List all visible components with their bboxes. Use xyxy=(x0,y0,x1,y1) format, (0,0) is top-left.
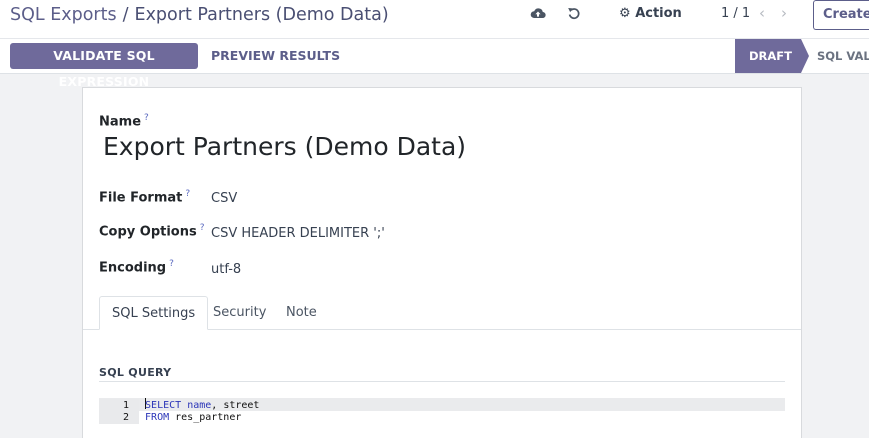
line-number: 2 xyxy=(99,411,139,424)
breadcrumb-separator: / xyxy=(122,5,129,25)
help-tooltip-icon[interactable]: ? xyxy=(169,259,174,269)
undo-icon-graphic xyxy=(568,8,580,20)
chevron-right-icon[interactable]: › xyxy=(781,4,787,22)
breadcrumb-parent-link[interactable]: SQL Exports xyxy=(10,5,117,25)
validate-sql-button[interactable]: VALIDATE SQL EXPRESSION xyxy=(10,43,198,89)
copy-options-field[interactable]: CSV HEADER DELIMITER ';' xyxy=(211,226,385,241)
action-menu-button[interactable]: ⚙ Action xyxy=(619,6,682,21)
file-format-label-text: File Format xyxy=(99,190,183,206)
sql-keyword: SELECT xyxy=(145,400,182,411)
encoding-field[interactable]: utf-8 xyxy=(211,262,241,277)
name-field[interactable]: Export Partners (Demo Data) xyxy=(103,132,466,161)
action-label: Action xyxy=(635,6,682,21)
section-divider xyxy=(99,381,785,382)
sql-code-editor[interactable]: 1 SELECT name, street 2 FROM res_partner xyxy=(99,398,785,424)
copy-options-label-text: Copy Options xyxy=(99,224,197,240)
sql-keyword: name xyxy=(187,400,212,411)
status-sql-valid[interactable]: SQL VALID xyxy=(817,39,869,73)
tab-sql-settings[interactable]: SQL Settings xyxy=(99,296,209,330)
tab-note[interactable]: Note xyxy=(274,296,329,330)
notebook-tabs: SQL Settings Security Note xyxy=(83,296,801,330)
sql-keyword: FROM xyxy=(145,412,170,423)
code-line[interactable]: 1 SELECT name, street xyxy=(99,398,785,412)
help-tooltip-icon[interactable]: ? xyxy=(200,223,205,233)
copy-options-label: Copy Options? xyxy=(99,223,205,239)
undo-icon[interactable] xyxy=(564,6,584,24)
cloud-upload-icon-graphic xyxy=(530,8,546,19)
encoding-label-text: Encoding xyxy=(99,260,167,276)
file-format-label: File Format? xyxy=(99,189,190,205)
cloud-upload-icon[interactable] xyxy=(528,6,548,24)
chevron-left-icon[interactable]: ‹ xyxy=(759,4,765,22)
name-label-text: Name xyxy=(99,114,142,130)
file-format-field[interactable]: CSV xyxy=(211,191,237,206)
encoding-label: Encoding? xyxy=(99,259,174,275)
preview-results-button[interactable]: PREVIEW RESULTS xyxy=(211,43,340,69)
code-line[interactable]: 2 FROM res_partner xyxy=(99,411,785,424)
status-draft-arrow xyxy=(801,39,809,73)
name-label: Name? xyxy=(99,113,149,129)
tab-security[interactable]: Security xyxy=(201,296,278,330)
help-tooltip-icon[interactable]: ? xyxy=(144,113,149,123)
create-button[interactable]: Create xyxy=(813,0,869,30)
status-draft[interactable]: DRAFT xyxy=(735,39,801,73)
control-panel: SQL Exports / Export Partners (Demo Data) … xyxy=(0,0,869,89)
sql-text: res_partner xyxy=(169,412,242,423)
pager-value[interactable]: 1 / 1 xyxy=(721,6,750,21)
help-tooltip-icon[interactable]: ? xyxy=(185,189,190,199)
breadcrumb-current: Export Partners (Demo Data) xyxy=(134,5,389,25)
sql-query-section-title: SQL QUERY xyxy=(99,366,172,379)
sql-text: , street xyxy=(211,400,260,411)
breadcrumb: SQL Exports / Export Partners (Demo Data) xyxy=(10,5,389,25)
gear-icon: ⚙ xyxy=(619,6,631,21)
form-sheet: Name? Export Partners (Demo Data) File F… xyxy=(82,87,802,438)
